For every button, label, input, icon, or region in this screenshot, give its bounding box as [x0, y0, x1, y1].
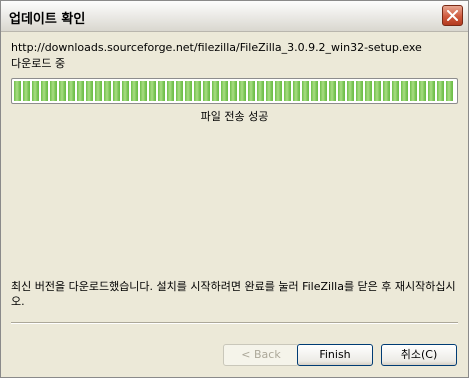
finish-button[interactable]: Finish	[297, 344, 373, 366]
download-status: 다운로드 중	[11, 57, 66, 70]
update-check-dialog: 업데이트 확인 http://downloads.sourceforge.net…	[0, 0, 469, 378]
transfer-result-label: 파일 전송 성공	[200, 110, 269, 123]
close-icon	[447, 10, 458, 21]
window-title: 업데이트 확인	[9, 12, 86, 27]
close-button[interactable]	[442, 5, 463, 26]
download-progress-bar	[11, 78, 458, 104]
back-button[interactable]: < Back	[223, 344, 299, 366]
download-url: http://downloads.sourceforge.net/filezil…	[11, 41, 422, 54]
button-separator	[11, 322, 458, 324]
instruction-message: 최신 버전을 다운로드했습니다. 설치를 시작하려면 완료를 눌러 FileZi…	[11, 280, 456, 308]
dialog-body: http://downloads.sourceforge.net/filezil…	[1, 32, 468, 377]
cancel-button[interactable]: 취소(C)	[381, 344, 457, 366]
title-bar[interactable]: 업데이트 확인	[1, 1, 468, 32]
progress-fill	[14, 81, 455, 101]
